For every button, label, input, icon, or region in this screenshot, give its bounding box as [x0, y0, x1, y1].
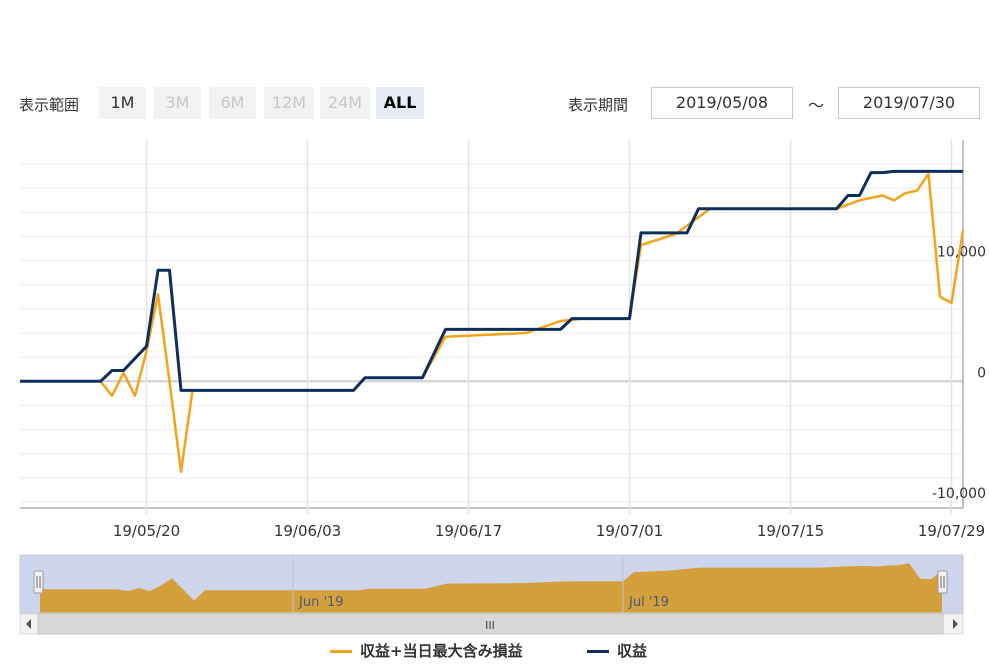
legend-swatch-orange [330, 650, 352, 653]
x-axis: 19/05/20 19/06/03 19/06/17 19/07/01 19/07/15… [113, 140, 985, 540]
y-tick-label: -10,000 [932, 486, 986, 502]
navigator-month-label: Jul '19 [628, 595, 669, 610]
navigator-right-handle [937, 570, 948, 594]
navigator[interactable]: Jun '19 Jul '19 III [19, 554, 964, 635]
series-line-orange [20, 172, 965, 474]
navigator-left-handle [33, 570, 44, 594]
x-tick-label: 19/07/01 [596, 522, 663, 540]
series-lines [20, 169, 965, 474]
legend-item-orange[interactable]: 収益+当日最大含み損益 [330, 640, 523, 661]
legend-label-navy: 収益 [617, 642, 648, 660]
legend-item-navy[interactable]: 収益 [587, 640, 647, 661]
scrollbar-grip: III [485, 619, 495, 632]
profit-chart: 19/05/20 19/06/03 19/06/17 19/07/01 19/07/15… [19, 140, 986, 635]
y-tick-label: 0 [977, 365, 986, 381]
legend: 収益+当日最大含み損益 収益 [0, 640, 989, 662]
x-tick-label: 19/07/29 [918, 522, 985, 540]
x-tick-label: 19/07/15 [757, 522, 824, 540]
x-tick-label: 19/05/20 [113, 522, 180, 540]
legend-swatch-navy [587, 650, 609, 653]
y-axis: 10,0000-10,000 [932, 245, 986, 502]
x-tick-label: 19/06/03 [274, 522, 341, 540]
navigator-month-label: Jun '19 [298, 595, 344, 610]
legend-label-orange: 収益+当日最大含み損益 [360, 642, 523, 660]
x-tick-label: 19/06/17 [435, 522, 502, 540]
